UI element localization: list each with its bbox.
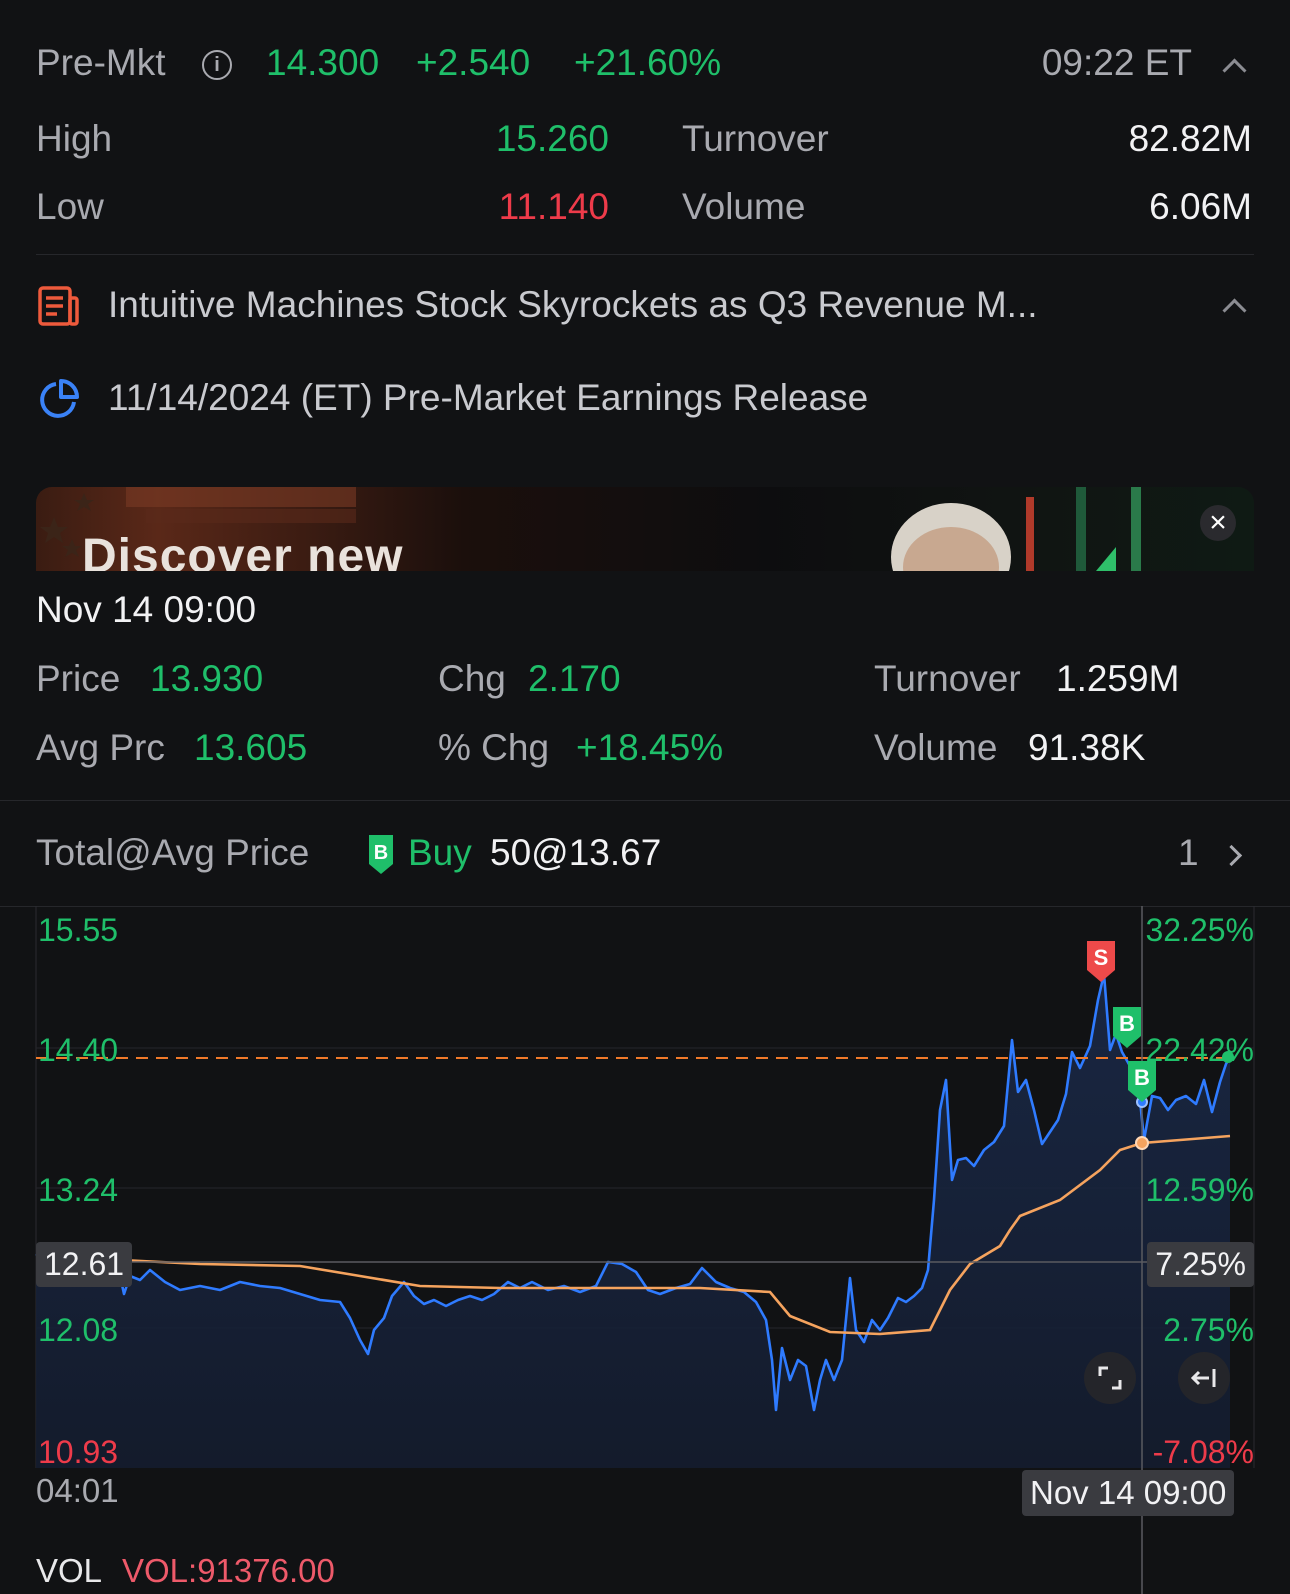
- crosshair-pct-label: 7.25%: [1147, 1242, 1254, 1287]
- buy-marker[interactable]: B: [1110, 1004, 1144, 1050]
- y-left-tick: 14.40: [38, 1032, 119, 1068]
- y-right-tick: 2.75%: [1163, 1312, 1254, 1348]
- buy-marker-letter: B: [1119, 1011, 1135, 1036]
- y-left-tick: 13.24: [38, 1172, 119, 1208]
- x-axis-cursor-label: Nov 14 09:00: [1022, 1470, 1235, 1516]
- sell-marker[interactable]: S: [1084, 938, 1118, 984]
- y-left-tick: 15.55: [38, 912, 119, 948]
- y-left-tick: 10.93: [38, 1434, 119, 1470]
- crosshair-price-label: 12.61: [36, 1242, 133, 1287]
- fullscreen-icon[interactable]: [1084, 1352, 1136, 1404]
- y-right-tick: 32.25%: [1145, 912, 1254, 948]
- x-axis-start: 04:01: [36, 1472, 119, 1509]
- vol-label: VOL: [36, 1552, 103, 1589]
- y-left-tick: 12.08: [38, 1312, 119, 1348]
- y-right-tick: 12.59%: [1145, 1172, 1254, 1208]
- y-right-tick: -7.08%: [1152, 1434, 1254, 1470]
- vol-value: VOL:91376.00: [122, 1552, 335, 1589]
- jump-to-start-icon[interactable]: [1178, 1352, 1230, 1404]
- y-right-tick: 22.42%: [1145, 1032, 1254, 1068]
- sell-marker-letter: S: [1094, 945, 1109, 970]
- avg-cursor-dot: [1135, 1136, 1149, 1150]
